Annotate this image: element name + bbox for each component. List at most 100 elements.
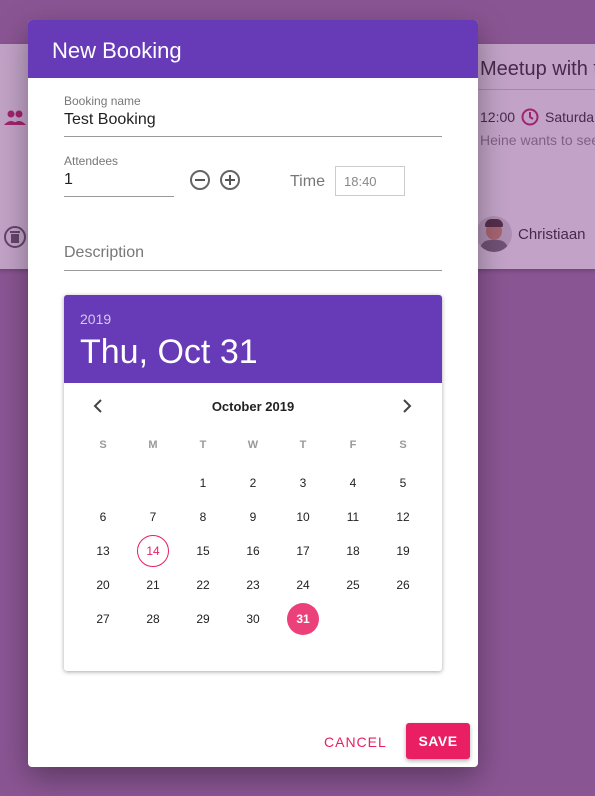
weekday-label: S bbox=[99, 439, 107, 451]
day-number: 9 bbox=[249, 510, 257, 524]
increment-button[interactable] bbox=[220, 170, 240, 190]
calendar-day[interactable]: 1 bbox=[178, 466, 228, 500]
day-number: 1 bbox=[199, 476, 207, 490]
day-number: 15 bbox=[196, 544, 210, 558]
calendar-day[interactable]: 15 bbox=[178, 534, 228, 568]
weekday-label: T bbox=[199, 439, 207, 451]
underline bbox=[64, 270, 442, 271]
day-number: 6 bbox=[99, 510, 107, 524]
calendar-day[interactable]: 9 bbox=[228, 500, 278, 534]
calendar-day[interactable]: 27 bbox=[78, 602, 128, 636]
booking-name-input[interactable]: Test Booking bbox=[64, 111, 442, 129]
previous-month-button[interactable] bbox=[83, 391, 113, 421]
day-number: 7 bbox=[149, 510, 157, 524]
calendar-day[interactable]: 13 bbox=[78, 534, 128, 568]
day-number: 14 bbox=[137, 535, 169, 567]
day-number: 20 bbox=[96, 578, 110, 592]
underline bbox=[64, 136, 442, 137]
chevron-right-icon bbox=[403, 399, 412, 413]
underline bbox=[64, 196, 174, 197]
calendar-day[interactable]: 11 bbox=[328, 500, 378, 534]
calendar-day[interactable]: 19 bbox=[378, 534, 428, 568]
calendar-day[interactable]: 16 bbox=[228, 534, 278, 568]
month-navigation: October 2019 bbox=[64, 383, 442, 429]
next-month-button[interactable] bbox=[392, 391, 422, 421]
calendar-day[interactable]: 6 bbox=[78, 500, 128, 534]
new-booking-dialog: New Booking Booking name Test Booking At… bbox=[28, 20, 478, 767]
day-number: 12 bbox=[396, 510, 410, 524]
month-label: October 2019 bbox=[211, 398, 295, 414]
calendar-grid: 1 2 3 4 5 6 7 8 9 10 11 12 13 14 15 16 17 18 19 20 21 22 23 24 2… bbox=[64, 466, 442, 636]
calendar-day[interactable]: 20 bbox=[78, 568, 128, 602]
calendar-day[interactable]: 30 bbox=[228, 602, 278, 636]
weekday-label: F bbox=[349, 439, 357, 451]
attendees-label: Attendees bbox=[64, 154, 119, 168]
selected-day[interactable]: 31 bbox=[278, 602, 328, 636]
calendar-day[interactable]: 5 bbox=[378, 466, 428, 500]
day-number: 25 bbox=[346, 578, 360, 592]
weekday-header: SMTWTFS bbox=[64, 439, 442, 451]
date-picker: 2019 Thu, Oct 31 October 2019 SMTWTFS 12… bbox=[64, 295, 442, 671]
minus-icon bbox=[195, 179, 205, 181]
attendees-field[interactable]: Attendees 1 bbox=[64, 154, 174, 197]
day-number: 17 bbox=[296, 544, 310, 558]
day-number: 27 bbox=[96, 612, 110, 626]
day-number: 18 bbox=[346, 544, 360, 558]
day-number: 2 bbox=[249, 476, 257, 490]
cancel-button[interactable]: CANCEL bbox=[318, 730, 393, 754]
day-number: 23 bbox=[246, 578, 260, 592]
day-number: 8 bbox=[199, 510, 207, 524]
calendar-day[interactable]: 7 bbox=[128, 500, 178, 534]
weekday-label: T bbox=[299, 439, 307, 451]
weekday-label: S bbox=[399, 439, 407, 451]
booking-name-field[interactable]: Booking name Test Booking bbox=[64, 94, 442, 137]
save-button[interactable]: SAVE bbox=[406, 723, 470, 759]
day-number: 4 bbox=[349, 476, 357, 490]
day-number: 21 bbox=[146, 578, 160, 592]
day-number: 3 bbox=[299, 476, 307, 490]
calendar-day[interactable]: 4 bbox=[328, 466, 378, 500]
calendar-day[interactable]: 28 bbox=[128, 602, 178, 636]
calendar-day[interactable]: 23 bbox=[228, 568, 278, 602]
today-day[interactable]: 14 bbox=[128, 534, 178, 568]
calendar-day[interactable]: 8 bbox=[178, 500, 228, 534]
empty-day bbox=[78, 466, 128, 500]
time-label: Time bbox=[290, 173, 325, 190]
dialog-header: New Booking bbox=[28, 20, 478, 78]
day-number: 5 bbox=[399, 476, 407, 490]
time-input[interactable]: 18:40 bbox=[335, 166, 405, 196]
plus-icon bbox=[225, 175, 235, 185]
calendar-day[interactable]: 18 bbox=[328, 534, 378, 568]
date-picker-header: 2019 Thu, Oct 31 bbox=[64, 295, 442, 383]
calendar-day[interactable]: 12 bbox=[378, 500, 428, 534]
calendar-day[interactable]: 21 bbox=[128, 568, 178, 602]
day-number: 28 bbox=[146, 612, 160, 626]
calendar-day[interactable]: 17 bbox=[278, 534, 328, 568]
calendar-day[interactable]: 2 bbox=[228, 466, 278, 500]
calendar-day[interactable]: 22 bbox=[178, 568, 228, 602]
description-input[interactable]: Description bbox=[64, 244, 442, 262]
calendar-day[interactable]: 3 bbox=[278, 466, 328, 500]
weekday-label: M bbox=[148, 439, 158, 451]
day-number: 24 bbox=[296, 578, 310, 592]
day-number: 11 bbox=[346, 510, 360, 524]
decrement-button[interactable] bbox=[190, 170, 210, 190]
calendar-day[interactable]: 26 bbox=[378, 568, 428, 602]
day-number: 29 bbox=[196, 612, 210, 626]
empty-day bbox=[128, 466, 178, 500]
year-label[interactable]: 2019 bbox=[80, 311, 426, 327]
day-number: 30 bbox=[246, 612, 260, 626]
attendees-stepper bbox=[190, 170, 240, 190]
description-field[interactable]: Description bbox=[64, 244, 442, 271]
selected-date-label: Thu, Oct 31 bbox=[80, 333, 258, 371]
dialog-title: New Booking bbox=[52, 38, 182, 63]
attendees-input[interactable]: 1 bbox=[64, 171, 174, 189]
calendar-day[interactable]: 24 bbox=[278, 568, 328, 602]
day-number: 26 bbox=[396, 578, 410, 592]
weekday-label: W bbox=[247, 439, 259, 451]
calendar-day[interactable]: 25 bbox=[328, 568, 378, 602]
day-number: 13 bbox=[96, 544, 110, 558]
calendar-day[interactable]: 10 bbox=[278, 500, 328, 534]
calendar-day[interactable]: 29 bbox=[178, 602, 228, 636]
chevron-left-icon bbox=[93, 399, 102, 413]
